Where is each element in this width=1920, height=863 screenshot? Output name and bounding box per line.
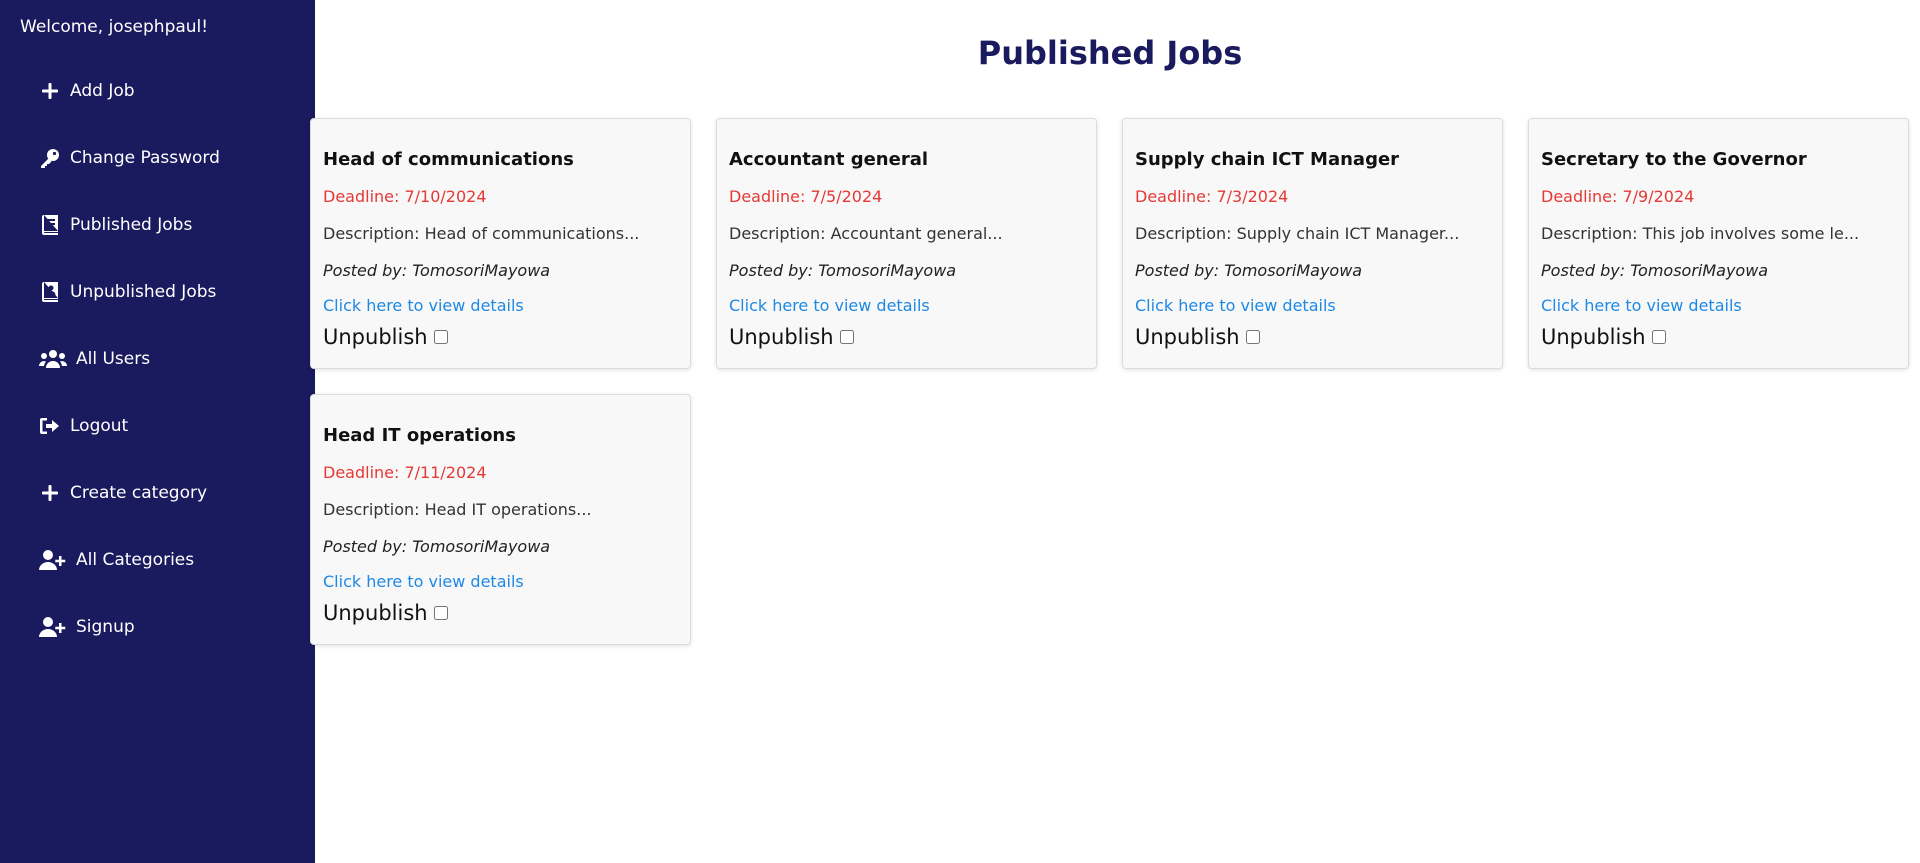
users-icon — [38, 347, 68, 371]
job-deadline: Deadline: 7/10/2024 — [323, 187, 487, 206]
job-posted-by: Posted by: TomosoriMayowa — [323, 537, 551, 556]
user-plus-icon — [38, 548, 68, 572]
sidebar-item-label: All Users — [76, 348, 151, 369]
sidebar-item-create-category[interactable]: Create category — [38, 459, 220, 526]
unpublish-label: Unpublish — [1135, 325, 1240, 349]
unpublish-control: Unpublish — [1135, 325, 1490, 349]
sidebar-item-label: Unpublished Jobs — [70, 281, 217, 302]
unpublish-control: Unpublish — [729, 325, 1084, 349]
job-title: Secretary to the Governor — [1541, 149, 1807, 170]
sidebar-item-signup[interactable]: Signup — [38, 593, 220, 660]
unpublish-checkbox[interactable] — [1651, 330, 1666, 344]
job-posted-by: Posted by: TomosoriMayowa — [729, 261, 957, 280]
view-details-link[interactable]: Click here to view details — [1541, 296, 1896, 315]
sidebar-nav: Add Job Change Password Published Jobs U… — [38, 57, 220, 660]
sidebar-item-add-job[interactable]: Add Job — [38, 57, 220, 124]
key-icon — [38, 146, 62, 170]
job-title: Accountant general — [729, 149, 929, 170]
unpublish-checkbox[interactable] — [839, 330, 854, 344]
job-description: Description: Accountant general... — [729, 224, 1003, 243]
unpublish-control: Unpublish — [1541, 325, 1896, 349]
view-details-link[interactable]: Click here to view details — [323, 572, 678, 591]
job-deadline: Deadline: 7/5/2024 — [729, 187, 883, 206]
sidebar-item-label: Change Password — [70, 147, 220, 168]
job-deadline: Deadline: 7/3/2024 — [1135, 187, 1289, 206]
job-title: Head of communications — [323, 149, 574, 170]
user-plus-icon — [38, 615, 68, 639]
view-details-link[interactable]: Click here to view details — [323, 296, 678, 315]
sidebar-item-label: Create category — [70, 482, 208, 503]
plus-icon — [38, 481, 62, 505]
job-card: Head of communications Deadline: 7/10/20… — [310, 118, 691, 369]
unpublish-label: Unpublish — [323, 325, 428, 349]
page-title: Published Jobs — [977, 34, 1243, 72]
unpublish-label: Unpublish — [1541, 325, 1646, 349]
book-user-icon — [38, 280, 62, 304]
job-description: Description: Supply chain ICT Manager... — [1135, 224, 1460, 243]
sidebar-item-logout[interactable]: Logout — [38, 392, 220, 459]
sidebar-item-change-password[interactable]: Change Password — [38, 124, 220, 191]
sidebar-item-published-jobs[interactable]: Published Jobs — [38, 191, 220, 258]
unpublish-checkbox[interactable] — [433, 606, 448, 620]
view-details-link[interactable]: Click here to view details — [729, 296, 1084, 315]
logout-icon — [38, 414, 62, 438]
sidebar-item-unpublished-jobs[interactable]: Unpublished Jobs — [38, 258, 220, 325]
job-deadline: Deadline: 7/11/2024 — [323, 463, 487, 482]
welcome-text: Welcome, josephpaul! — [20, 17, 209, 37]
unpublish-label: Unpublish — [729, 325, 834, 349]
unpublish-control: Unpublish — [323, 325, 678, 349]
job-posted-by: Posted by: TomosoriMayowa — [1135, 261, 1363, 280]
job-description: Description: Head IT operations... — [323, 500, 592, 519]
unpublish-checkbox[interactable] — [1245, 330, 1260, 344]
job-title: Supply chain ICT Manager — [1135, 149, 1400, 170]
unpublish-control: Unpublish — [323, 601, 678, 625]
job-description: Description: Head of communications... — [323, 224, 640, 243]
sidebar-item-label: Add Job — [70, 80, 135, 101]
view-details-link[interactable]: Click here to view details — [1135, 296, 1490, 315]
sidebar-item-label: Signup — [76, 616, 135, 637]
sidebar: Welcome, josephpaul! Add Job Change Pass… — [0, 0, 315, 863]
job-card: Secretary to the Governor Deadline: 7/9/… — [1528, 118, 1909, 369]
sidebar-item-all-users[interactable]: All Users — [38, 325, 220, 392]
unpublish-label: Unpublish — [323, 601, 428, 625]
sidebar-item-label: All Categories — [76, 549, 195, 570]
main-content: Published Jobs Head of communications De… — [310, 0, 1920, 863]
job-posted-by: Posted by: TomosoriMayowa — [323, 261, 551, 280]
sidebar-item-label: Published Jobs — [70, 214, 193, 235]
book-icon — [38, 213, 62, 237]
sidebar-item-all-categories[interactable]: All Categories — [38, 526, 220, 593]
sidebar-item-label: Logout — [70, 415, 129, 436]
job-posted-by: Posted by: TomosoriMayowa — [1541, 261, 1769, 280]
job-card: Supply chain ICT Manager Deadline: 7/3/2… — [1122, 118, 1503, 369]
unpublish-checkbox[interactable] — [433, 330, 448, 344]
job-card: Head IT operations Deadline: 7/11/2024 D… — [310, 394, 691, 645]
job-card: Accountant general Deadline: 7/5/2024 De… — [716, 118, 1097, 369]
job-title: Head IT operations — [323, 425, 516, 446]
job-deadline: Deadline: 7/9/2024 — [1541, 187, 1695, 206]
plus-icon — [38, 79, 62, 103]
job-description: Description: This job involves some le..… — [1541, 224, 1860, 243]
